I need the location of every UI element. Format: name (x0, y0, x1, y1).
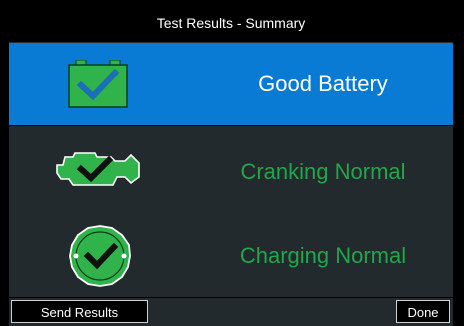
alternator-check-icon (67, 223, 133, 294)
page-title: Test Results - Summary (9, 4, 453, 43)
result-label-battery: Good Battery (258, 71, 388, 96)
result-row-battery[interactable]: Good Battery (9, 43, 453, 125)
result-row-charging[interactable]: Charging Normal (9, 215, 453, 297)
done-button[interactable]: Done (396, 300, 450, 323)
result-label-charging: Charging Normal (239, 243, 407, 268)
result-row-cranking[interactable]: Cranking Normal (9, 132, 453, 212)
test-results-screen: Test Results - Summary Good Battery Cran… (0, 0, 464, 326)
result-label-cranking: Cranking Normal (240, 159, 406, 184)
battery-check-icon (67, 59, 129, 113)
engine-check-icon (55, 149, 143, 194)
send-results-button[interactable]: Send Results (11, 300, 148, 323)
